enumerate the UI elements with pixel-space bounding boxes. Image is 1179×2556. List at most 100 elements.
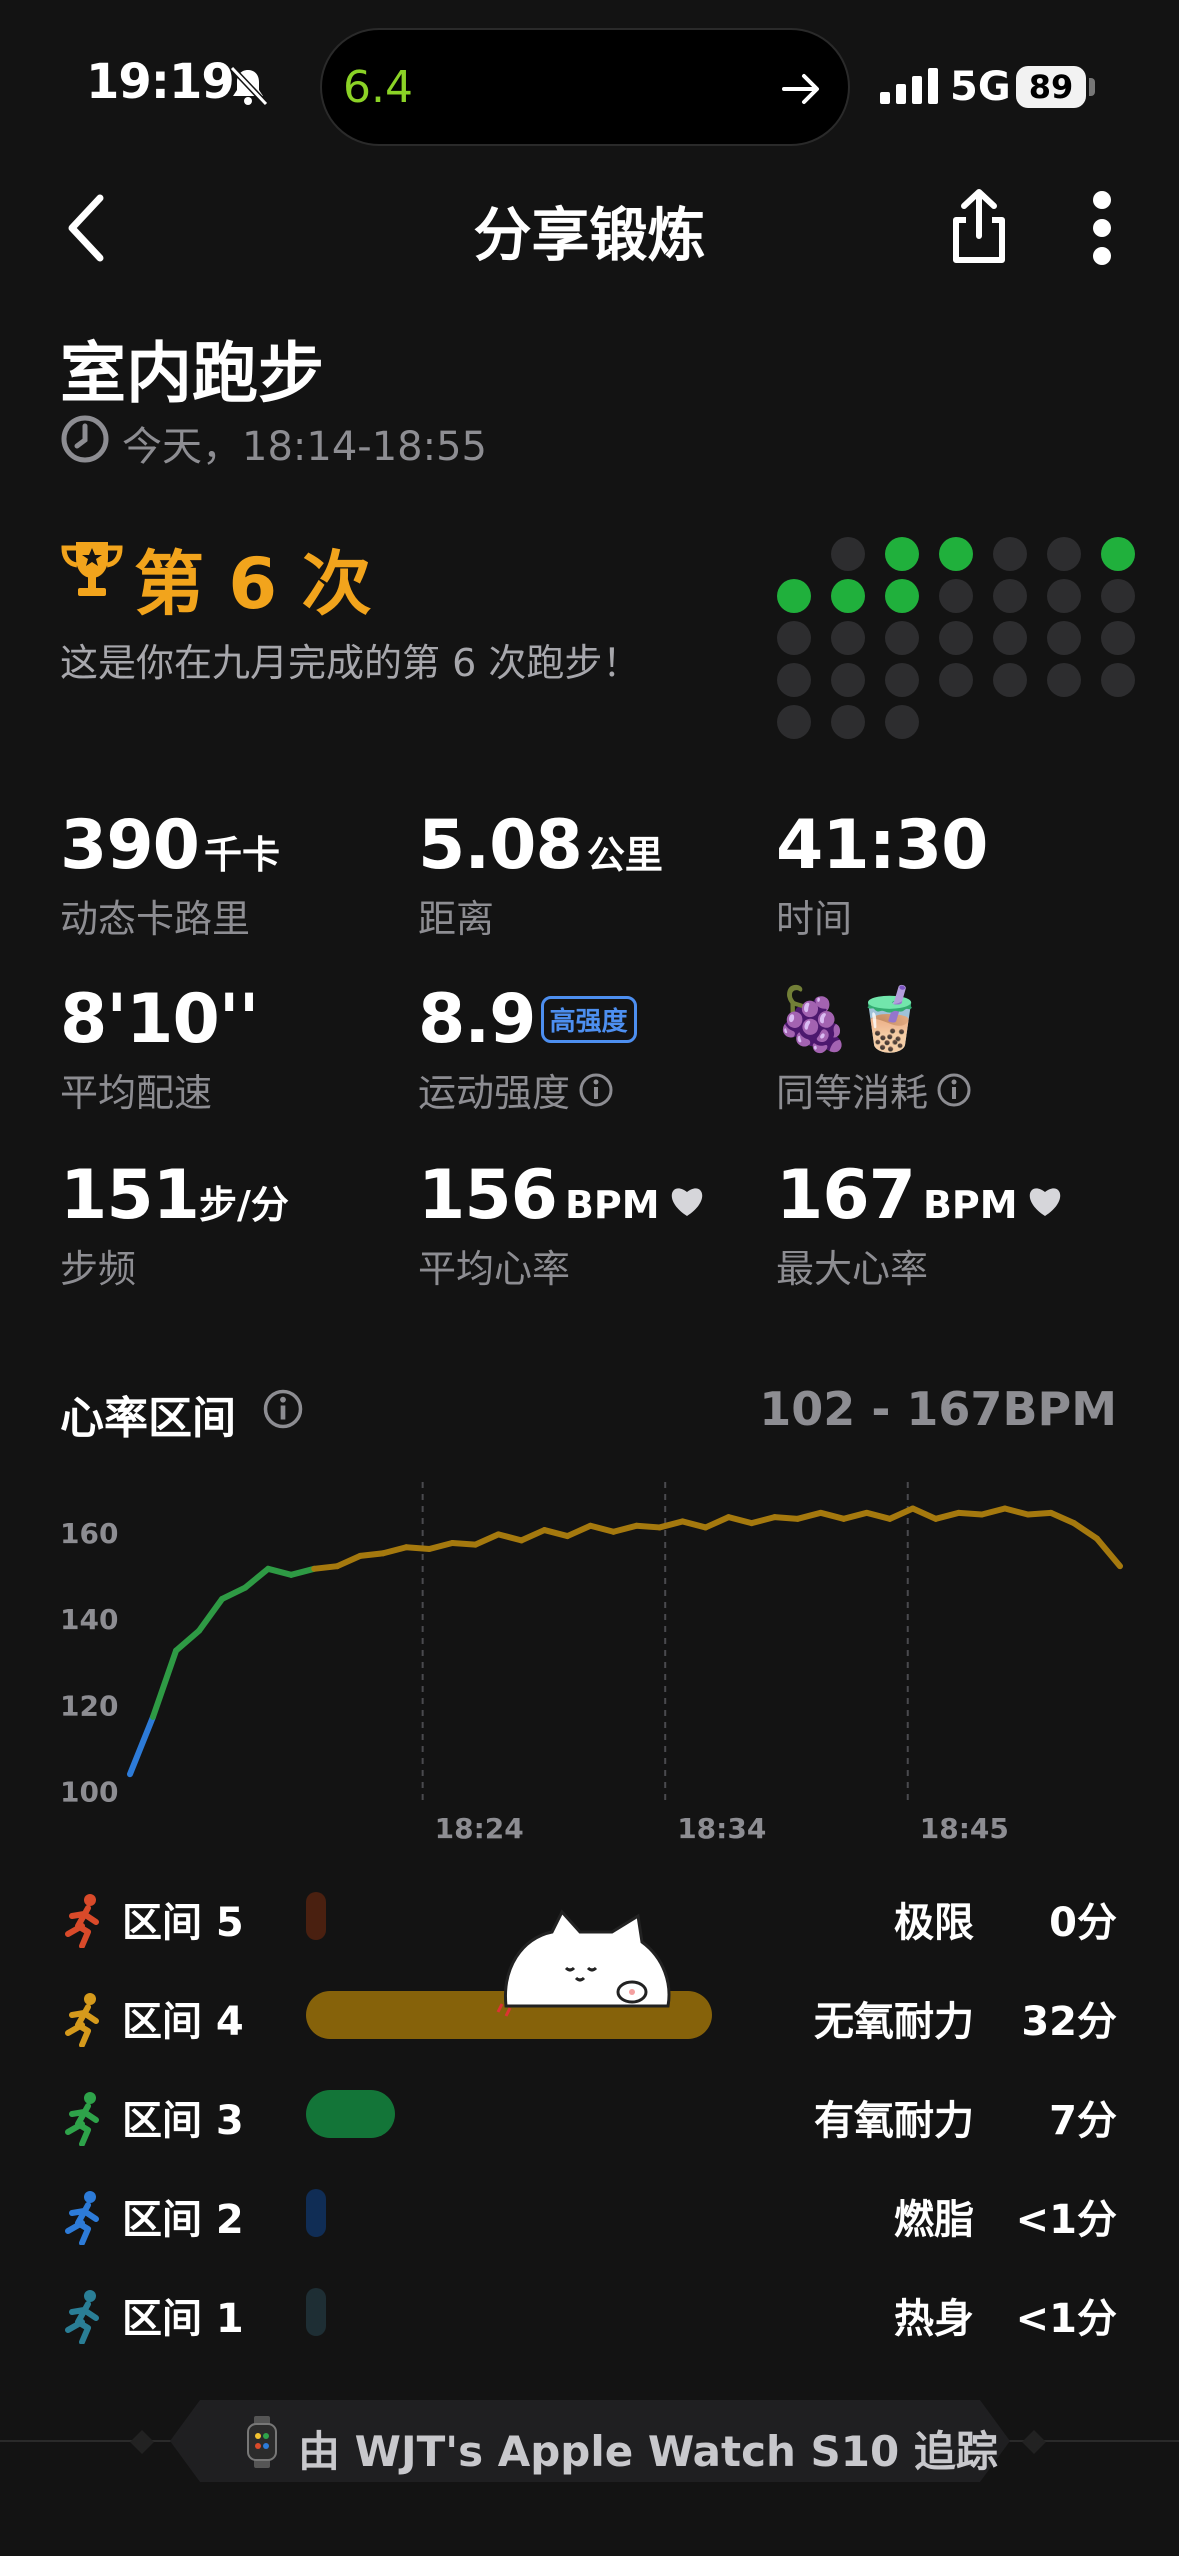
share-icon[interactable] [944, 186, 1014, 266]
y-tick-label: 100 [60, 1775, 118, 1808]
day-dot [885, 705, 919, 739]
equivalent-label-row[interactable]: 同等消耗 [776, 1062, 972, 1117]
heart-icon [671, 1188, 702, 1216]
island-live-value: 6.4 [343, 62, 413, 113]
day-dot [1101, 537, 1135, 571]
hr-line-segment [288, 1565, 318, 1578]
zone-type: 有氧耐力 [814, 2098, 974, 2144]
cadence-label: 步频 [60, 1247, 137, 1291]
distance-label: 距离 [418, 897, 495, 941]
info-icon[interactable] [262, 1388, 304, 1430]
zone-name: 区间 4 [122, 1999, 244, 2045]
hr-line-segment [840, 1509, 870, 1522]
hr-line-segment [702, 1514, 732, 1531]
hr-line-segment [518, 1527, 548, 1544]
cat-sticker-icon [496, 1909, 671, 2017]
day-dot [831, 705, 865, 739]
hr-line-segment [886, 1505, 916, 1522]
hr-line-segment [127, 1713, 157, 1778]
day-dot [993, 621, 1027, 655]
hr-line-segment [817, 1509, 847, 1522]
zone-type: 极限 [894, 1900, 974, 1946]
trophy-icon [61, 542, 123, 596]
intensity-badge: 高强度 [540, 996, 637, 1043]
hr-line-segment [771, 1514, 801, 1522]
hr-zones-title: 心率区间 [60, 1393, 236, 1444]
hr-line-segment [863, 1509, 893, 1522]
hr-line-segment [426, 1539, 456, 1552]
zone-duration: 32分 [1021, 1999, 1117, 2045]
y-tick-label: 140 [60, 1603, 118, 1636]
y-tick-label: 160 [60, 1517, 118, 1550]
cadence-metric: 151步/分 [60, 1156, 289, 1235]
runner-icon [65, 2092, 99, 2146]
achievement-title: 第 6 次 [134, 543, 372, 625]
max-hr-metric: 167 BPM [776, 1156, 1064, 1235]
zone-type: 无氧耐力 [814, 1999, 974, 2045]
workout-time: 今天，18:14-18:55 [122, 424, 487, 470]
hr-line-segment [1093, 1535, 1123, 1570]
info-icon[interactable] [578, 1072, 614, 1108]
zone-bar [306, 2288, 326, 2336]
hr-line-segment [541, 1527, 571, 1540]
day-dot [831, 663, 865, 697]
pace-value: 8'10'' [60, 980, 259, 1059]
zone-bar [306, 1892, 326, 1940]
x-tick-label: 18:24 [435, 1812, 524, 1845]
equivalent-label: 同等消耗 [776, 1071, 929, 1115]
hr-line-segment [748, 1514, 778, 1527]
avg-hr-label: 平均心率 [418, 1247, 571, 1291]
day-dot [939, 537, 973, 571]
hr-line-segment [242, 1565, 272, 1591]
info-icon[interactable] [936, 1072, 972, 1108]
hr-line-segment [610, 1522, 640, 1535]
workout-title: 室内跑步 [60, 335, 324, 412]
distance-unit: 公里 [586, 833, 663, 877]
duration-metric: 41:30 [776, 806, 988, 885]
day-dot [885, 537, 919, 571]
diamond-ornament [130, 2430, 154, 2454]
more-options-icon[interactable] [1090, 190, 1114, 266]
hr-line-segment [311, 1563, 341, 1572]
day-dot [939, 663, 973, 697]
day-dot [831, 621, 865, 655]
day-dot [993, 537, 1027, 571]
zone-name: 区间 5 [122, 1900, 244, 1946]
day-dot [831, 579, 865, 613]
zone-duration: <1分 [1015, 2296, 1117, 2342]
runner-icon [65, 1894, 99, 1948]
day-dot [1101, 621, 1135, 655]
runner-icon [65, 2191, 99, 2245]
x-tick-label: 18:45 [920, 1812, 1009, 1845]
calories-unit: 千卡 [204, 833, 281, 877]
battery-tip [1089, 78, 1095, 96]
hr-line-segment [150, 1647, 180, 1720]
zone-bar [306, 2189, 326, 2237]
distance-value: 5.08 [418, 806, 583, 885]
intensity-label: 运动强度 [418, 1071, 571, 1115]
equivalent-food-icons: 🍇🧋 [774, 982, 929, 1055]
day-dot [1047, 579, 1081, 613]
hr-line-segment [219, 1584, 249, 1602]
day-dot [1047, 621, 1081, 655]
zone-duration: <1分 [1015, 2197, 1117, 2243]
intensity-label-row[interactable]: 运动强度 [418, 1062, 614, 1117]
hr-line-segment [1024, 1509, 1054, 1518]
footer-tracked-by: 由 WJT's Apple Watch S10 追踪 [298, 2427, 998, 2476]
max-hr-value: 167 [776, 1156, 916, 1235]
day-dot [1047, 663, 1081, 697]
zone-bar [306, 2090, 395, 2138]
hr-line-segment [909, 1505, 939, 1522]
heart-icon [1029, 1188, 1060, 1216]
achievement-description: 这是你在九月完成的第 6 次跑步！ [60, 641, 641, 685]
hr-line-segment [656, 1518, 686, 1531]
zone-type: 燃脂 [894, 2197, 974, 2243]
zone-name: 区间 1 [122, 2296, 244, 2342]
day-dot [993, 579, 1027, 613]
arrow-right-icon [782, 74, 819, 104]
day-dot [939, 621, 973, 655]
day-dot [885, 579, 919, 613]
zone-duration: 7分 [1049, 2098, 1117, 2144]
avg-hr-value: 156 [418, 1156, 558, 1235]
hr-line-segment [1070, 1520, 1100, 1542]
